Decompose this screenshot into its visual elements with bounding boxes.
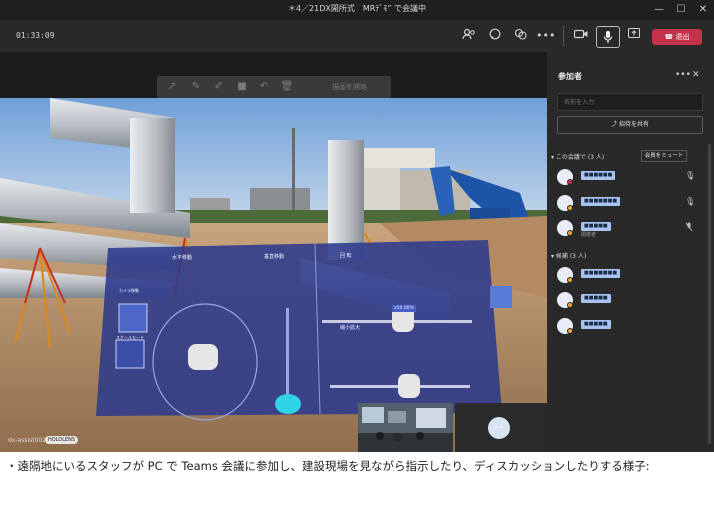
panel-more-icon[interactable]: ••• — [675, 70, 691, 80]
participant-name: ■■■■■■ — [581, 171, 616, 180]
participants-icon[interactable] — [460, 28, 478, 44]
video-user-tag: dx-assist002 — [8, 437, 47, 444]
leave-button-label: 退出 — [675, 33, 690, 41]
pen-icon[interactable]: ✎ — [189, 80, 203, 94]
mic-on-icon: 🎙 — [685, 197, 696, 206]
in-meeting-header[interactable]: ▾ この会議で (3 人) — [551, 152, 604, 161]
share-icon: ⤴ — [611, 121, 618, 128]
teams-window: ＊4／21DX開所式 MRﾃﾞﾓ” で会議中 — ☐ ✕ 01:33:09 ••… — [0, 0, 714, 452]
participant-name: ■■■■■■■ — [581, 197, 621, 206]
mute-all-button[interactable]: 会員をミュート — [641, 150, 687, 162]
leave-button[interactable]: ☎ 退出 — [652, 29, 702, 45]
shape-icon[interactable]: ■ — [235, 80, 249, 94]
hangup-icon: ☎ — [664, 33, 674, 41]
participant-row[interactable]: ■■■■■■■ — [557, 266, 707, 286]
meeting-toolbar: 01:33:09 ••• ☎ 退出 — [0, 20, 714, 52]
hologram-label-zoom: 縮小拡大 — [340, 325, 361, 331]
toolbar-divider — [563, 26, 564, 46]
participant-role: 開催者 — [581, 232, 597, 238]
panel-title: 参加者 — [558, 72, 582, 81]
presence-dot — [567, 179, 573, 185]
participant-row[interactable]: ■■■■■■ 🎙 — [557, 168, 707, 188]
marker-icon[interactable]: ✐ — [212, 80, 226, 94]
participants-panel: 参加者 ••• ✕ ⤴ 招待を共有 ▾ この会議で (3 人) 会員をミュート … — [547, 52, 714, 452]
reactions-icon[interactable] — [511, 28, 529, 44]
delete-icon[interactable]: 🗑 — [280, 80, 294, 94]
meeting-room-thumbnail[interactable] — [358, 403, 453, 452]
window-title: ＊4／21DX開所式 MRﾃﾞﾓ” で会議中 — [287, 4, 427, 13]
share-invite-button[interactable]: ⤴ 招待を共有 — [557, 116, 703, 134]
participant-row[interactable]: ■■■■■ — [557, 291, 707, 311]
participant-search-input[interactable] — [557, 93, 703, 111]
close-window-icon[interactable]: ✕ — [692, 2, 714, 18]
share-invite-label: 招待を共有 — [618, 121, 649, 128]
start-drawing-label[interactable]: 描画を開始 — [332, 82, 367, 92]
title-bar: ＊4／21DX開所式 MRﾃﾞﾓ” で会議中 — ☐ ✕ — [0, 0, 714, 20]
participant-row[interactable]: ■■■■■ 開催者 — [557, 219, 707, 239]
hologram-label-pan: 水平移動 — [172, 255, 193, 261]
microphone-button[interactable] — [596, 26, 620, 48]
hologram-label-vertical: 垂直移動 — [264, 254, 285, 260]
panel-scrollbar[interactable] — [708, 144, 711, 444]
participant-row[interactable]: ■■■■■■■ 🎙 — [557, 194, 707, 214]
participant-name: ■■■■■ — [581, 320, 611, 329]
presence-dot — [567, 277, 573, 283]
more-options-icon[interactable]: ••• — [536, 28, 555, 44]
self-view-thumbnail[interactable] — [455, 403, 547, 452]
hologram-label-scale-mode: スケールモード — [116, 335, 144, 340]
device-badge: HOLOLENS — [45, 436, 79, 444]
presence-dot — [567, 328, 573, 334]
participant-name: ■■■■■■■ — [581, 269, 621, 278]
drawing-toolbar: ↗ ✎ ✐ ■ ↶ 🗑 描画を開始 — [157, 76, 391, 98]
camera-icon[interactable] — [572, 28, 590, 44]
pointer-icon[interactable]: ↗ — [165, 80, 179, 94]
undo-icon[interactable]: ↶ — [257, 80, 271, 94]
participant-name: ■■■■■ — [581, 294, 611, 303]
presence-dot — [567, 230, 573, 236]
chat-icon[interactable] — [486, 28, 504, 44]
panel-close-icon[interactable]: ✕ — [692, 70, 700, 80]
share-screen-icon[interactable] — [625, 27, 643, 44]
mic-off-icon — [685, 222, 693, 234]
caption-text: ・遠隔地にいるスタッフが PC で Teams 会議に参加し、建設現場を見ながら… — [6, 459, 650, 473]
presence-dot — [567, 205, 573, 211]
hologram-label-move-mode: カメラ移動 — [119, 288, 139, 293]
hologram-zoom-value: x50.00% — [392, 305, 416, 312]
mic-on-icon: 🎙 — [685, 171, 696, 180]
maximize-icon[interactable]: ☐ — [670, 2, 692, 18]
shared-video-feed[interactable]: ↗ ✎ ✐ ■ ↶ 🗑 描画を開始 水平移動 垂直移動 回 転 縮小拡大 x50… — [0, 52, 547, 452]
construction-site-scene — [0, 98, 547, 452]
hologram-label-rotate: 回 転 — [340, 253, 352, 259]
presence-dot — [567, 302, 573, 308]
participant-name: ■■■■■ — [581, 222, 611, 231]
participant-row[interactable]: ■■■■■ — [557, 317, 707, 337]
others-header[interactable]: ▾ 候補 (3 人) — [551, 251, 586, 260]
minimize-icon[interactable]: — — [648, 2, 670, 18]
meeting-timer: 01:33:09 — [16, 31, 55, 40]
